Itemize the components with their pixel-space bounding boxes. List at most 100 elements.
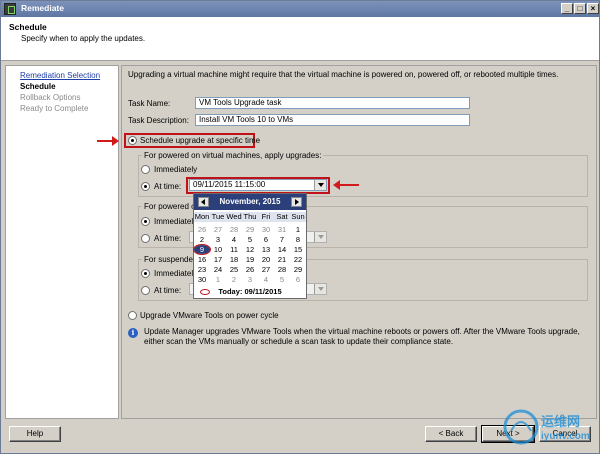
task-description-input[interactable]: Install VM Tools 10 to VMs [195, 114, 470, 126]
calendar-day[interactable]: 4 [258, 275, 274, 284]
calendar-day[interactable]: 22 [290, 255, 306, 264]
dropdown-arrow-icon [314, 232, 326, 242]
date-picker-calendar[interactable]: November, 2015 Mon Tue Wed Thu Fri Sat S… [193, 193, 307, 299]
minimize-icon[interactable]: _ [561, 3, 573, 14]
suspended-immediately-label[interactable]: Immediately [154, 269, 197, 278]
calendar-day[interactable]: 3 [242, 275, 258, 284]
powered-on-at-time-radio[interactable] [141, 182, 150, 191]
back-button[interactable]: < Back [425, 426, 477, 442]
calendar-day[interactable]: 23 [194, 265, 210, 274]
task-description-label: Task Description: [128, 116, 189, 125]
info-icon: i [128, 328, 138, 338]
powered-off-group-label: For powered o [142, 202, 198, 211]
calendar-day[interactable]: 10 [210, 245, 226, 254]
maximize-icon[interactable]: □ [574, 3, 586, 14]
weekday-label: Wed [226, 212, 242, 221]
calendar-prev-icon[interactable] [198, 197, 209, 207]
calendar-day[interactable]: 30 [194, 275, 210, 284]
calendar-day[interactable]: 26 [194, 225, 210, 234]
watermark-cn-text: 运维网 [541, 415, 581, 430]
suspended-at-time-radio[interactable] [141, 286, 150, 295]
calendar-day[interactable]: 26 [242, 265, 258, 274]
calendar-day[interactable]: 12 [242, 245, 258, 254]
calendar-day[interactable]: 31 [274, 225, 290, 234]
app-icon [4, 3, 16, 15]
calendar-day[interactable]: 30 [258, 225, 274, 234]
suspended-group-label: For suspended [142, 255, 200, 264]
at-time-dropdown[interactable]: 09/11/2015 11:15:00 [189, 179, 327, 191]
sidebar-item-schedule: Schedule [20, 82, 56, 91]
calendar-day[interactable]: 8 [290, 235, 306, 244]
upgrade-on-power-cycle-radio[interactable] [128, 311, 137, 320]
window-title: Remediate [21, 3, 64, 13]
weekday-label: Thu [243, 212, 257, 221]
sidebar-item-remediation-selection[interactable]: Remediation Selection [20, 71, 100, 80]
close-icon[interactable]: × [587, 3, 599, 14]
calendar-day[interactable]: 13 [258, 245, 274, 254]
calendar-day[interactable]: 29 [242, 225, 258, 234]
powered-off-immediately-radio[interactable] [141, 217, 150, 226]
dropdown-arrow-icon [314, 284, 326, 294]
upgrade-on-power-cycle-label[interactable]: Upgrade VMware Tools on power cycle [140, 311, 279, 320]
powered-on-group-label: For powered on virtual machines, apply u… [142, 151, 324, 160]
calendar-day[interactable]: 28 [226, 225, 242, 234]
task-name-input[interactable]: VM Tools Upgrade task [195, 97, 470, 109]
calendar-day[interactable]: 29 [290, 265, 306, 274]
powered-off-immediately-label[interactable]: Immediately [154, 217, 197, 226]
calendar-day[interactable]: 28 [274, 265, 290, 274]
calendar-today-link[interactable]: Today: 09/11/2015 [194, 287, 306, 296]
calendar-day[interactable]: 25 [226, 265, 242, 274]
schedule-specific-time-radio[interactable] [128, 136, 137, 145]
calendar-day[interactable]: 5 [242, 235, 258, 244]
calendar-day[interactable]: 16 [194, 255, 210, 264]
powered-off-at-time-label[interactable]: At time: [154, 234, 181, 243]
red-arrow-annotation [333, 180, 359, 190]
calendar-day[interactable]: 6 [290, 275, 306, 284]
calendar-day[interactable]: 21 [274, 255, 290, 264]
sidebar-item-ready-to-complete: Ready to Complete [20, 104, 89, 113]
weekday-label: Sat [276, 212, 288, 221]
calendar-day[interactable]: 6 [258, 235, 274, 244]
suspended-immediately-radio[interactable] [141, 269, 150, 278]
wizard-steps-sidebar: Remediation Selection Schedule Rollback … [5, 65, 119, 419]
calendar-day[interactable]: 11 [226, 245, 242, 254]
calendar-day[interactable]: 17 [210, 255, 226, 264]
calendar-day[interactable]: 27 [210, 225, 226, 234]
calendar-day[interactable]: 24 [210, 265, 226, 274]
calendar-day[interactable]: 2 [194, 235, 210, 244]
red-arrow-annotation [97, 136, 119, 146]
intro-text: Upgrading a virtual machine might requir… [128, 70, 559, 79]
calendar-day[interactable]: 2 [226, 275, 242, 284]
calendar-day[interactable]: 19 [242, 255, 258, 264]
calendar-day[interactable]: 18 [226, 255, 242, 264]
powered-on-immediately-radio[interactable] [141, 165, 150, 174]
powered-on-at-time-label[interactable]: At time: [154, 182, 181, 191]
powered-on-immediately-label[interactable]: Immediately [154, 165, 197, 174]
calendar-day[interactable]: 3 [210, 235, 226, 244]
powered-off-at-time-radio[interactable] [141, 234, 150, 243]
calendar-day[interactable]: 5 [274, 275, 290, 284]
calendar-weekday-header: Mon Tue Wed Thu Fri Sat Sun [194, 212, 306, 222]
help-button[interactable]: Help [9, 426, 61, 442]
watermark-url-text: iyunv.com [541, 431, 590, 442]
sidebar-item-rollback-options: Rollback Options [20, 93, 81, 102]
schedule-specific-time-label[interactable]: Schedule upgrade at specific time [140, 136, 260, 145]
wizard-header: Schedule Specify when to apply the updat… [1, 17, 599, 61]
calendar-day[interactable]: 7 [274, 235, 290, 244]
dropdown-arrow-icon[interactable] [314, 180, 326, 190]
calendar-day[interactable]: 9 [193, 244, 211, 255]
calendar-day[interactable]: 1 [290, 225, 306, 234]
suspended-at-time-label[interactable]: At time: [154, 286, 181, 295]
calendar-day[interactable]: 27 [258, 265, 274, 274]
calendar-day[interactable]: 4 [226, 235, 242, 244]
remediate-window: Remediate _ □ × Schedule Specify when to… [0, 0, 600, 454]
calendar-day[interactable]: 14 [274, 245, 290, 254]
weekday-label: Sun [291, 212, 305, 221]
calendar-day[interactable]: 15 [290, 245, 306, 254]
weekday-label: Fri [261, 212, 271, 221]
calendar-next-icon[interactable] [291, 197, 302, 207]
info-text-line2: either scan the VMs manually or schedule… [144, 337, 454, 346]
info-text-line1: Update Manager upgrades VMware Tools whe… [144, 327, 580, 336]
calendar-day[interactable]: 20 [258, 255, 274, 264]
calendar-day[interactable]: 1 [210, 275, 226, 284]
